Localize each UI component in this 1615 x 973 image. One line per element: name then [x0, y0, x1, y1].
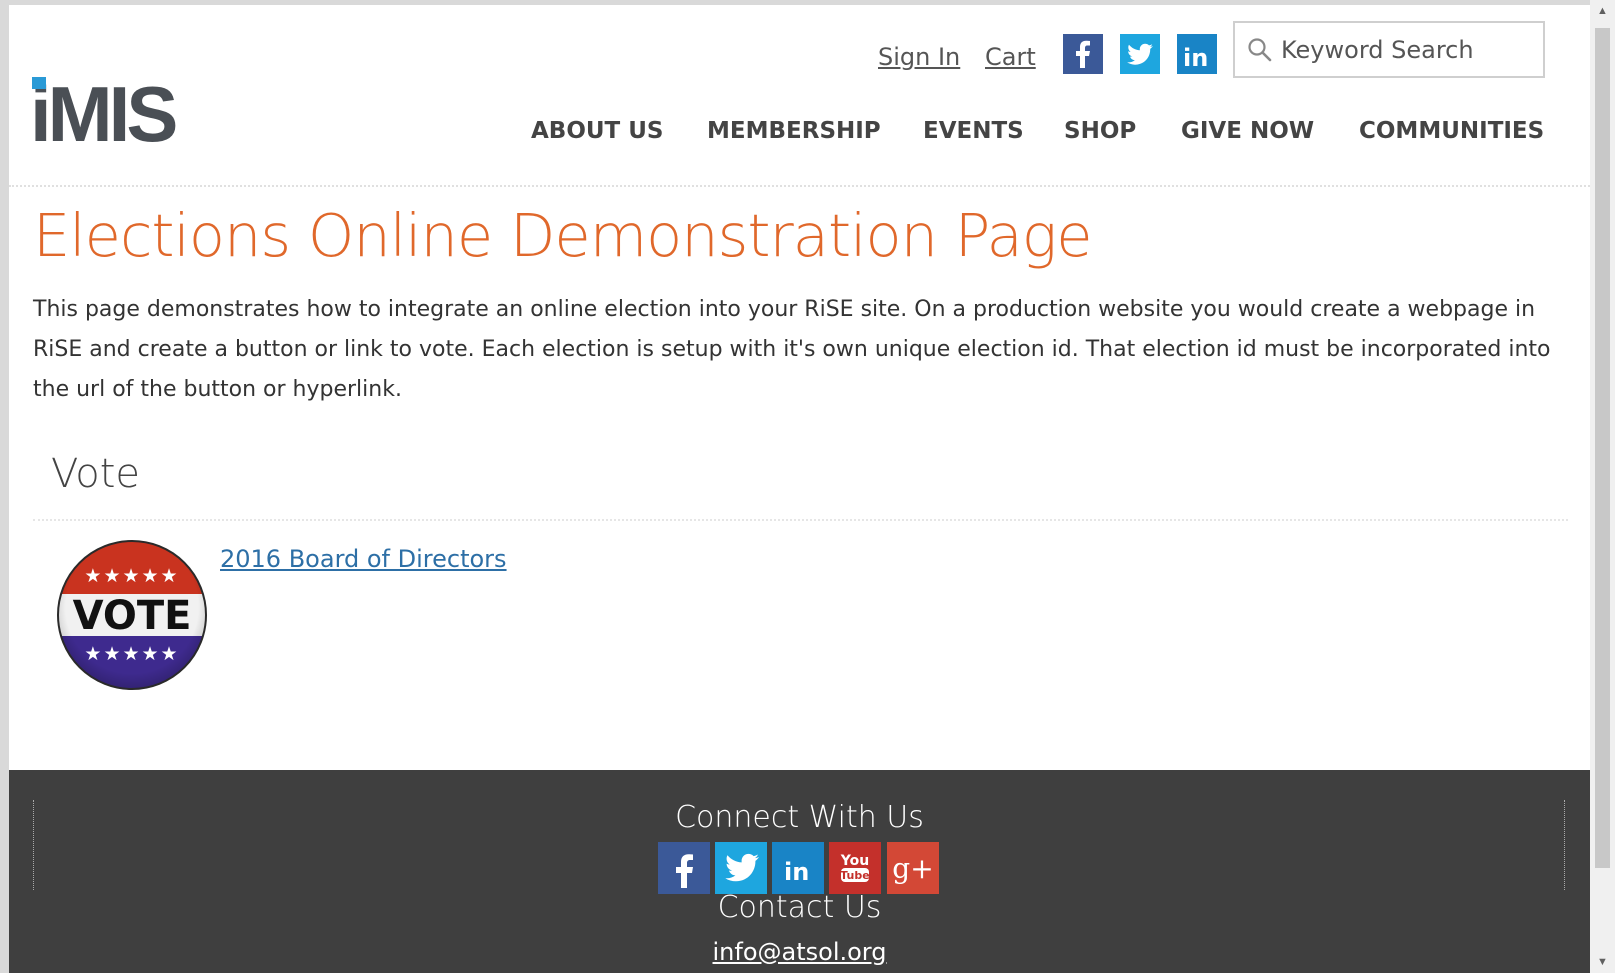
badge-stars-bottom: ★★★★★ — [84, 643, 179, 665]
linkedin-icon[interactable]: in — [772, 842, 824, 894]
linkedin-icon[interactable]: in — [1177, 34, 1217, 74]
cart-link[interactable]: Cart — [985, 43, 1036, 71]
google-plus-icon[interactable]: g+ — [887, 842, 939, 894]
twitter-icon[interactable] — [715, 842, 767, 894]
contact-title: Contact Us — [717, 890, 882, 925]
footer-email-container: info@atsol.org — [9, 938, 1590, 966]
vote-section-title: Vote — [51, 451, 141, 497]
youtube-icon[interactable]: You Tube — [829, 842, 881, 894]
badge-stars-top: ★★★★★ — [84, 565, 179, 587]
scrollbar-thumb[interactable] — [1595, 28, 1610, 868]
header-divider — [9, 185, 1590, 187]
nav-shop[interactable]: SHOP — [1064, 118, 1136, 144]
page-content: iMIS Sign In Cart in ABOUT US MEMBERSHIP… — [9, 5, 1590, 973]
nav-membership[interactable]: MEMBERSHIP — [707, 118, 881, 144]
youtube-text-2: Tube — [840, 869, 869, 882]
twitter-icon[interactable] — [1120, 34, 1160, 74]
youtube-text-1: You — [840, 853, 869, 869]
search-icon — [1248, 38, 1272, 62]
facebook-icon[interactable] — [1063, 34, 1103, 74]
svg-text:in: in — [1183, 44, 1208, 72]
search-box[interactable] — [1233, 21, 1545, 78]
nav-give-now[interactable]: GIVE NOW — [1181, 118, 1314, 144]
badge-text: VOTE — [73, 593, 192, 639]
svg-text:in: in — [784, 858, 809, 886]
nav-about-us[interactable]: ABOUT US — [531, 118, 664, 144]
nav-communities[interactable]: COMMUNITIES — [1359, 118, 1544, 144]
intro-paragraph: This page demonstrates how to integrate … — [33, 297, 1551, 402]
search-input[interactable] — [1281, 33, 1531, 67]
election-link[interactable]: 2016 Board of Directors — [220, 545, 507, 573]
email-link[interactable]: info@atsol.org — [713, 938, 887, 966]
vertical-scrollbar[interactable]: ▲ ▼ — [1590, 0, 1615, 973]
logo-dot — [32, 77, 46, 89]
nav-events[interactable]: EVENTS — [923, 118, 1024, 144]
scroll-up-arrow-icon[interactable]: ▲ — [1590, 0, 1615, 22]
connect-title: Connect With Us — [675, 800, 924, 835]
window-frame-left — [0, 0, 9, 973]
page-title: Elections Online Demonstration Page — [33, 201, 1093, 270]
main-nav: ABOUT US MEMBERSHIP EVENTS SHOP GIVE NOW… — [9, 118, 1590, 158]
section-divider — [33, 519, 1568, 521]
vote-badge-image: ★★★★★ VOTE ★★★★★ — [57, 540, 207, 690]
facebook-icon[interactable] — [658, 842, 710, 894]
footer: Connect With Us in You Tube g+ Contact U… — [9, 770, 1590, 973]
sign-in-link[interactable]: Sign In — [878, 43, 960, 71]
scroll-down-arrow-icon[interactable]: ▼ — [1590, 951, 1615, 973]
gplus-text: g+ — [892, 852, 933, 885]
